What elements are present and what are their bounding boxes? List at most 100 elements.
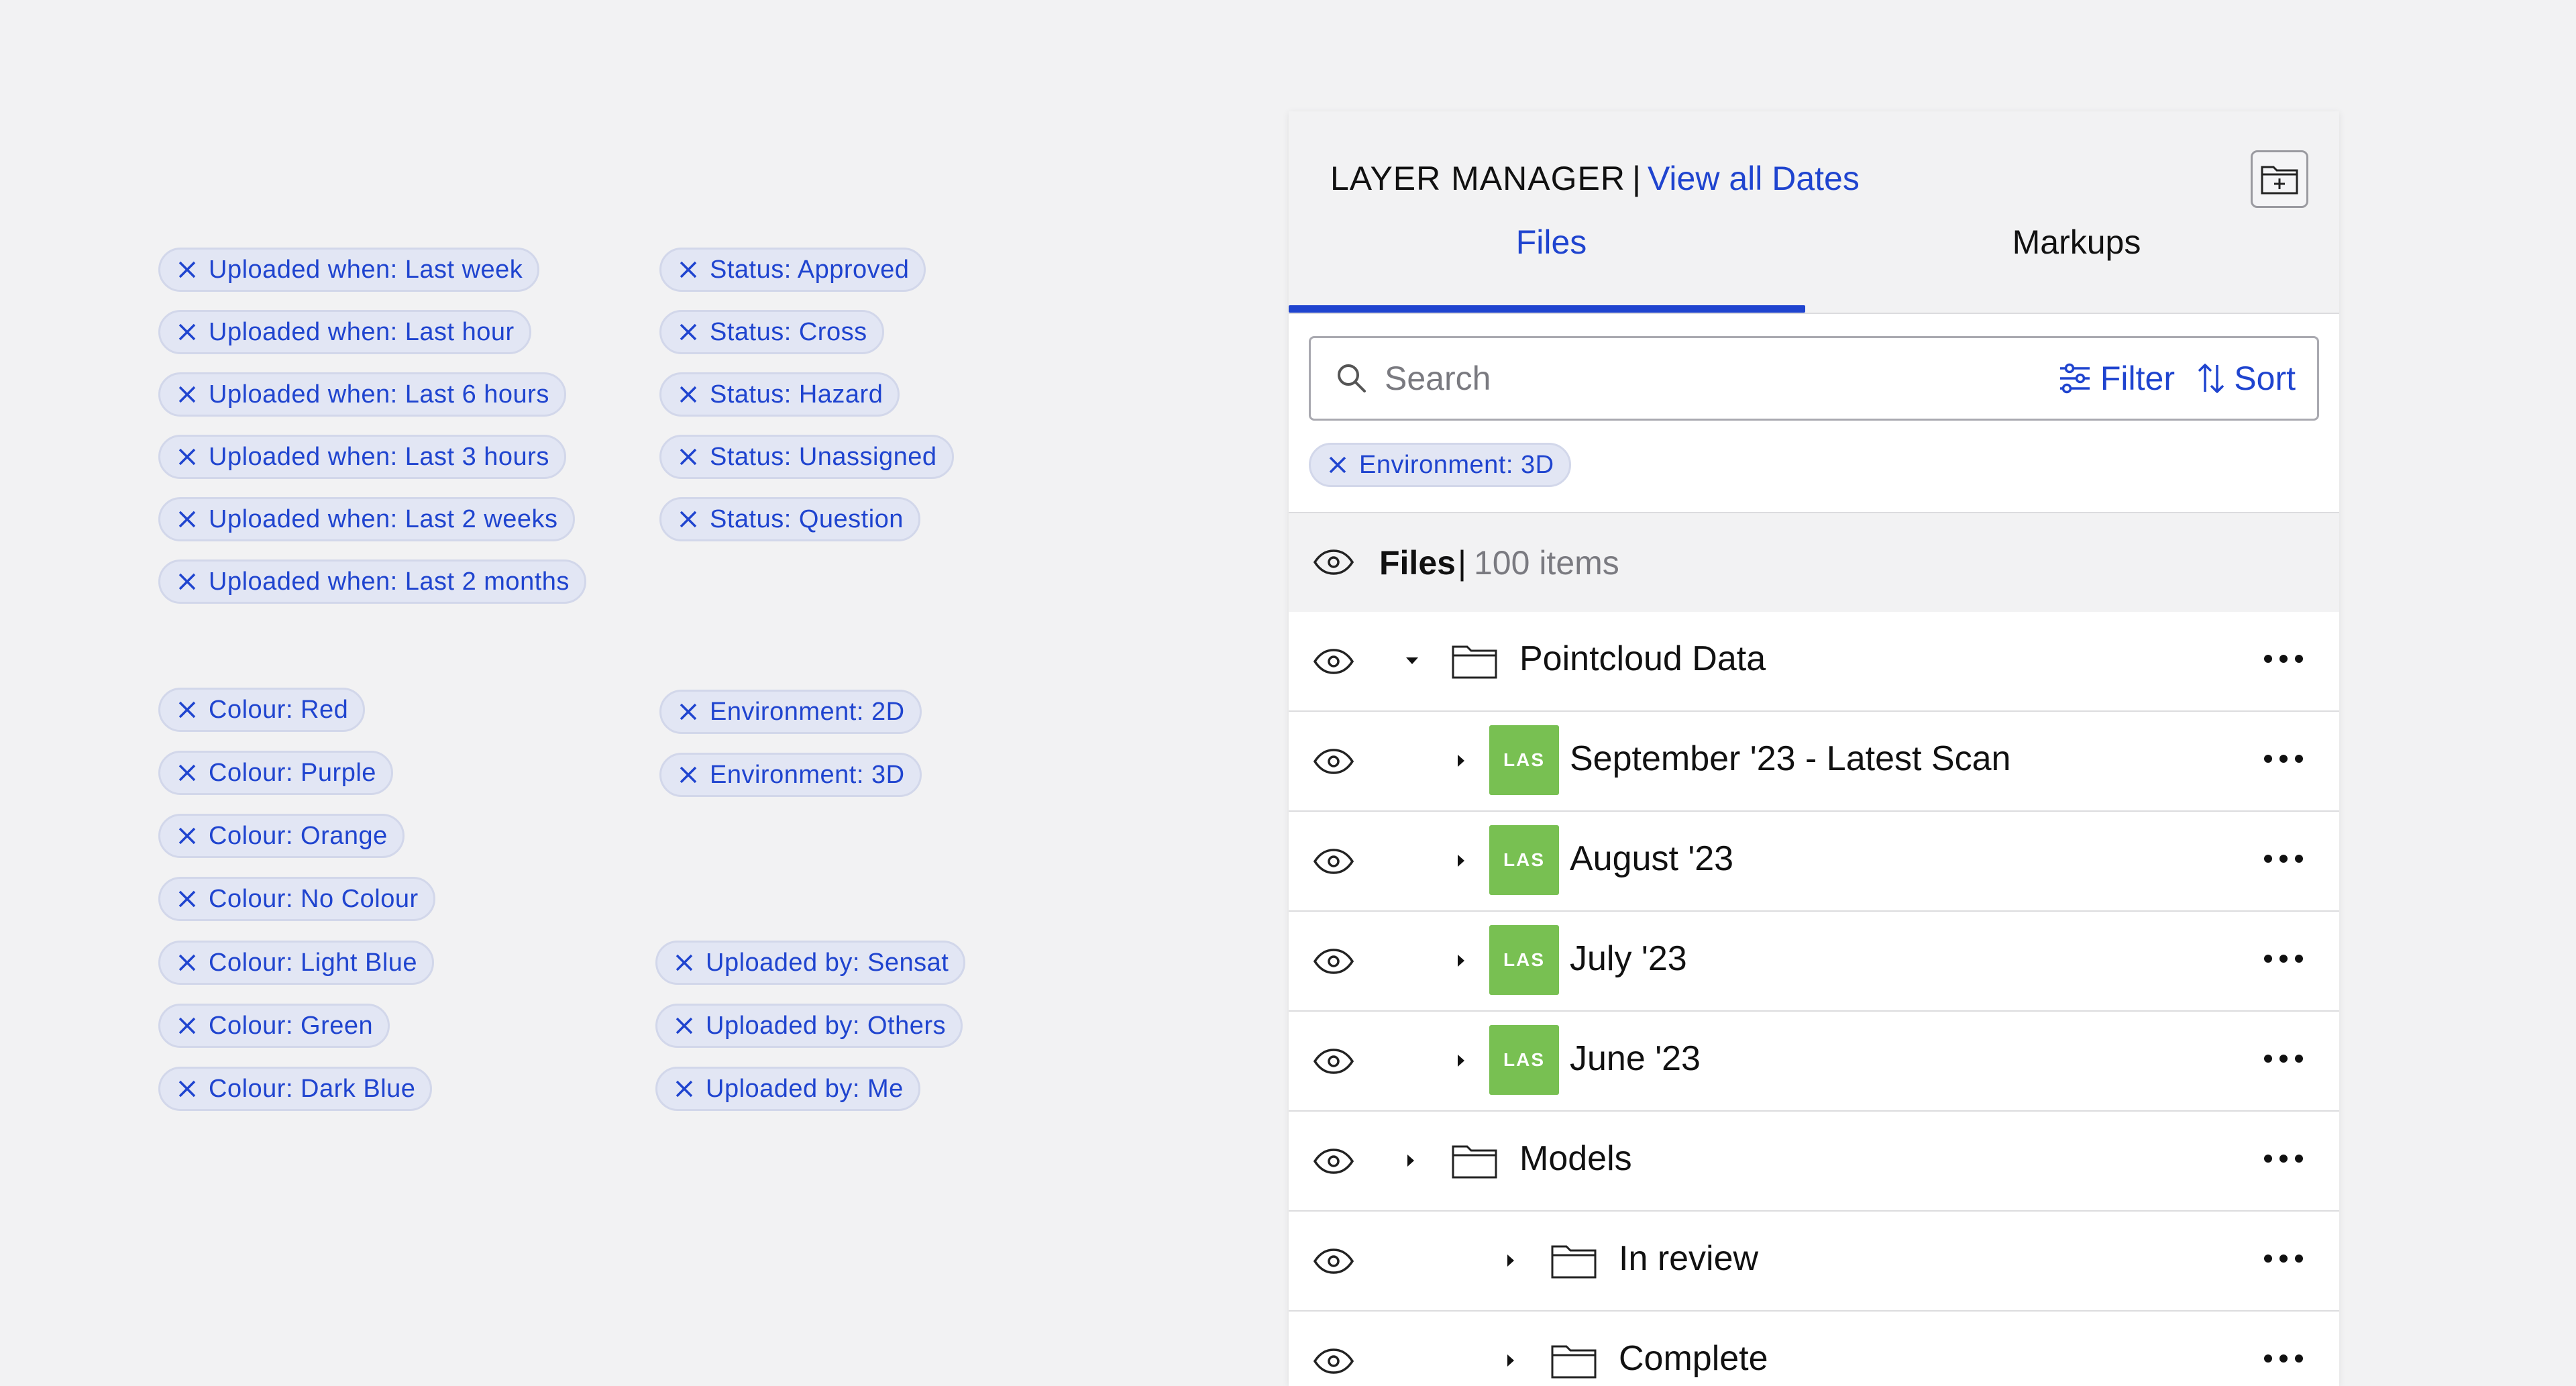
chip-colour-no-colour[interactable]: Colour: No Colour <box>158 877 435 921</box>
chip-colour-light-blue[interactable]: Colour: Light Blue <box>158 941 435 985</box>
chip-uploaded-by-sensat[interactable]: Uploaded by: Sensat <box>655 941 966 985</box>
chip-label: Colour: Green <box>209 1011 374 1040</box>
chip-environment-2d[interactable]: Environment: 2D <box>659 690 922 734</box>
more-icon[interactable] <box>2263 852 2304 865</box>
chip-status-cross[interactable]: Status: Cross <box>659 310 884 354</box>
close-icon[interactable] <box>674 1078 695 1100</box>
chip-colour-orange[interactable]: Colour: Orange <box>158 814 405 858</box>
close-icon[interactable] <box>678 509 699 530</box>
chip-colour-red[interactable]: Colour: Red <box>158 688 366 732</box>
tree-row-september-23[interactable]: LAS September '23 - Latest Scan <box>1289 712 2339 812</box>
row-label: Pointcloud Data <box>1519 639 1766 678</box>
more-icon[interactable] <box>2263 752 2304 765</box>
active-filter-chip[interactable]: Environment: 3D <box>1309 443 1571 487</box>
close-icon[interactable] <box>176 762 198 784</box>
eye-icon[interactable] <box>1313 1248 1354 1275</box>
chip-uploaded-last-2-months[interactable]: Uploaded when: Last 2 months <box>158 559 586 604</box>
more-icon[interactable] <box>2263 1152 2304 1165</box>
panel-header: LAYER MANAGER | View all Dates Files Mar… <box>1289 111 2339 314</box>
chip-uploaded-last-hour[interactable]: Uploaded when: Last hour <box>158 310 531 354</box>
tree-row-july-23[interactable]: LAS July '23 <box>1289 912 2339 1012</box>
tab-markups[interactable]: Markups <box>1814 111 2339 313</box>
chip-label: Uploaded when: Last week <box>209 255 523 284</box>
close-icon[interactable] <box>678 321 699 343</box>
eye-icon[interactable] <box>1313 848 1354 875</box>
eye-icon[interactable] <box>1313 1048 1354 1075</box>
search-input[interactable] <box>1383 358 1990 398</box>
close-icon[interactable] <box>678 764 699 786</box>
caret-right-icon[interactable] <box>1453 1053 1469 1069</box>
close-icon[interactable] <box>176 1015 198 1036</box>
tree-row-models[interactable]: Models <box>1289 1112 2339 1212</box>
sort-label: Sort <box>2234 360 2296 397</box>
close-icon[interactable] <box>176 446 198 468</box>
eye-icon[interactable] <box>1313 748 1354 775</box>
more-icon[interactable] <box>2263 1252 2304 1265</box>
close-icon[interactable] <box>678 384 699 405</box>
close-icon[interactable] <box>176 509 198 530</box>
close-icon[interactable] <box>176 384 198 405</box>
chip-uploaded-last-6-hours[interactable]: Uploaded when: Last 6 hours <box>158 372 566 417</box>
caret-right-icon[interactable] <box>1503 1252 1519 1269</box>
tree-row-in-review[interactable]: In review <box>1289 1212 2339 1312</box>
caret-right-icon[interactable] <box>1453 953 1469 969</box>
chip-uploaded-last-2-weeks[interactable]: Uploaded when: Last 2 weeks <box>158 497 575 541</box>
chip-label: Uploaded by: Me <box>706 1074 904 1103</box>
close-icon[interactable] <box>176 699 198 721</box>
close-icon[interactable] <box>674 952 695 973</box>
tree-row-june-23[interactable]: LAS June '23 <box>1289 1012 2339 1112</box>
chip-status-question[interactable]: Status: Question <box>659 497 920 541</box>
close-icon[interactable] <box>176 571 198 592</box>
close-icon[interactable] <box>1327 454 1348 476</box>
caret-right-icon[interactable] <box>1453 853 1469 869</box>
chip-colour-dark-blue[interactable]: Colour: Dark Blue <box>158 1067 433 1111</box>
chip-status-approved[interactable]: Status: Approved <box>659 248 926 292</box>
tree-row-pointcloud-data[interactable]: Pointcloud Data <box>1289 612 2339 712</box>
eye-icon[interactable] <box>1313 648 1354 675</box>
caret-right-icon[interactable] <box>1453 753 1469 769</box>
chip-colour-purple[interactable]: Colour: Purple <box>158 751 393 795</box>
tree-row-complete[interactable]: Complete <box>1289 1312 2339 1386</box>
eye-icon[interactable] <box>1313 549 1354 576</box>
chip-uploaded-last-week[interactable]: Uploaded when: Last week <box>158 248 540 292</box>
filter-button[interactable]: Filter <box>2057 338 2175 419</box>
close-icon[interactable] <box>678 701 699 723</box>
chip-environment-3d[interactable]: Environment: 3D <box>659 753 922 797</box>
chip-status-unassigned[interactable]: Status: Unassigned <box>659 435 954 479</box>
eye-icon[interactable] <box>1313 948 1354 975</box>
chip-status-hazard[interactable]: Status: Hazard <box>659 372 900 417</box>
more-icon[interactable] <box>2263 952 2304 965</box>
more-icon[interactable] <box>2263 1052 2304 1065</box>
close-icon[interactable] <box>176 1078 198 1100</box>
close-icon[interactable] <box>678 259 699 280</box>
tab-files[interactable]: Files <box>1289 111 1814 313</box>
close-icon[interactable] <box>176 888 198 910</box>
tree-row-august-23[interactable]: LAS August '23 <box>1289 812 2339 912</box>
more-icon[interactable] <box>2263 652 2304 665</box>
close-icon[interactable] <box>176 825 198 847</box>
folder-icon <box>1452 1145 1497 1179</box>
chip-colour-green[interactable]: Colour: Green <box>158 1004 390 1048</box>
caret-right-icon[interactable] <box>1503 1352 1519 1369</box>
las-file-badge: LAS <box>1489 725 1559 795</box>
close-icon[interactable] <box>678 446 699 468</box>
chip-label: Status: Hazard <box>710 380 883 409</box>
chip-label: Uploaded when: Last hour <box>209 317 515 346</box>
chip-label: Colour: Purple <box>209 758 376 787</box>
sort-button[interactable]: Sort <box>2196 338 2296 419</box>
close-icon[interactable] <box>674 1015 695 1036</box>
eye-icon[interactable] <box>1313 1148 1354 1175</box>
caret-down-icon[interactable] <box>1404 653 1420 669</box>
eye-icon[interactable] <box>1313 1348 1354 1375</box>
filter-label: Filter <box>2100 360 2175 397</box>
close-icon[interactable] <box>176 321 198 343</box>
more-icon[interactable] <box>2263 1352 2304 1365</box>
tab-files-label: Files <box>1515 223 1587 261</box>
close-icon[interactable] <box>176 259 198 280</box>
sort-icon <box>2198 364 2224 393</box>
chip-uploaded-last-3-hours[interactable]: Uploaded when: Last 3 hours <box>158 435 566 479</box>
close-icon[interactable] <box>176 952 198 973</box>
caret-right-icon[interactable] <box>1403 1153 1419 1169</box>
chip-uploaded-by-me[interactable]: Uploaded by: Me <box>655 1067 920 1111</box>
chip-uploaded-by-others[interactable]: Uploaded by: Others <box>655 1004 963 1048</box>
